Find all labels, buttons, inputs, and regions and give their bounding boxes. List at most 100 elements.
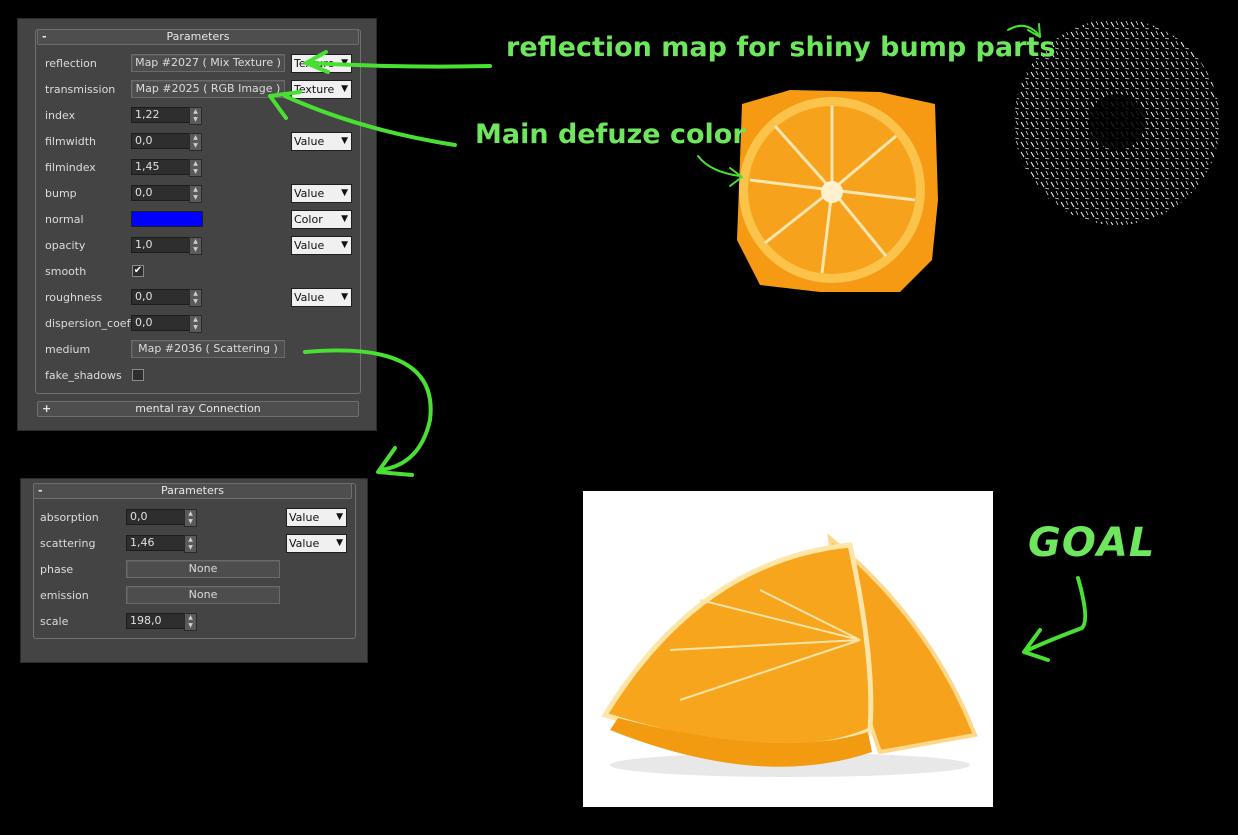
collapse-icon: - bbox=[42, 30, 47, 43]
spinner-arrows-icon[interactable]: ▲ ▼ bbox=[189, 107, 202, 125]
spinner-arrows-icon[interactable]: ▲ ▼ bbox=[189, 159, 202, 177]
spinner-arrows-icon[interactable]: ▲ ▼ bbox=[189, 237, 202, 255]
filmindex-field[interactable]: 1,45 bbox=[131, 159, 192, 175]
diffuse-note: Main defuze color bbox=[475, 119, 746, 150]
parameters-rollout-header[interactable]: - Parameters bbox=[37, 29, 359, 45]
normal-type-dropdown[interactable]: Color ▼ bbox=[291, 210, 352, 229]
medium-map-button[interactable]: Map #2036 ( Scattering ) bbox=[131, 340, 285, 358]
filmindex-label: filmindex bbox=[45, 161, 96, 174]
spinner-arrows-icon[interactable]: ▲ ▼ bbox=[189, 133, 202, 151]
index-field[interactable]: 1,22 bbox=[131, 107, 192, 123]
filmwidth-label: filmwidth bbox=[45, 135, 97, 148]
rollout-title: mental ray Connection bbox=[135, 402, 261, 415]
parameters-rollout-header[interactable]: - Parameters bbox=[33, 483, 352, 499]
medium-label: medium bbox=[45, 343, 91, 356]
reflection-map-button[interactable]: Map #2027 ( Mix Texture ) bbox=[131, 54, 285, 72]
dispersion-field[interactable]: 0,0 bbox=[131, 315, 192, 331]
normal-label: normal bbox=[45, 213, 84, 226]
reflection-label: reflection bbox=[45, 57, 97, 70]
roughness-type-value: Value bbox=[294, 291, 325, 304]
dispersion-row: dispersion_coeffic 0,0 ▲▼ bbox=[45, 314, 355, 334]
rollout-title: Parameters bbox=[161, 484, 224, 497]
goal-arrow-icon bbox=[1026, 576, 1088, 652]
normal-row: normal Color ▼ bbox=[45, 210, 355, 230]
roughness-field[interactable]: 0,0 bbox=[131, 289, 192, 305]
spinner-arrows-icon[interactable]: ▲ ▼ bbox=[184, 509, 197, 527]
transmission-map-button[interactable]: Map #2025 ( RGB Image ) bbox=[131, 80, 285, 98]
roughness-type-dropdown[interactable]: Value ▼ bbox=[291, 288, 352, 307]
scale-row: scale 198,0 ▲ ▼ bbox=[40, 612, 350, 632]
rollout-title: Parameters bbox=[166, 30, 230, 43]
chevron-down-icon: ▼ bbox=[341, 136, 348, 146]
index-row: index 1,22 ▲ ▼ bbox=[45, 106, 355, 126]
chevron-down-icon: ▼ bbox=[341, 84, 348, 94]
chevron-down-icon: ▼ bbox=[336, 538, 343, 548]
chevron-down-icon: ▼ bbox=[341, 292, 348, 302]
scattering-row: scattering 1,46 ▲ ▼ Value ▼ bbox=[40, 534, 350, 554]
bump-type-dropdown[interactable]: Value ▼ bbox=[291, 184, 352, 203]
normal-color-swatch[interactable] bbox=[131, 211, 203, 227]
scale-field[interactable]: 198,0 bbox=[126, 613, 187, 629]
emission-map-button[interactable]: None bbox=[126, 586, 280, 604]
bump-field[interactable]: 0,0 bbox=[131, 185, 192, 201]
smooth-checkbox[interactable]: ✔ bbox=[132, 265, 144, 277]
filmwidth-type-dropdown[interactable]: Value ▼ bbox=[291, 132, 352, 151]
chevron-down-icon: ▼ bbox=[336, 512, 343, 522]
bump-type-value: Value bbox=[294, 187, 325, 200]
chevron-down-icon: ▼ bbox=[341, 188, 348, 198]
transmission-row: transmission Map #2025 ( RGB Image ) Tex… bbox=[45, 80, 355, 100]
absorption-row: absorption 0,0 ▲ ▼ Value ▼ bbox=[40, 508, 350, 528]
scattering-field[interactable]: 1,46 bbox=[126, 535, 187, 551]
bump-label: bump bbox=[45, 187, 77, 200]
opacity-type-value: Value bbox=[294, 239, 325, 252]
collapse-icon: - bbox=[38, 484, 43, 497]
medium-row: medium Map #2036 ( Scattering ) bbox=[45, 340, 355, 360]
scattering-type-value: Value bbox=[289, 537, 320, 550]
scale-label: scale bbox=[40, 615, 69, 628]
transmission-label: transmission bbox=[45, 83, 116, 96]
dispersion-label: dispersion_coeffic bbox=[45, 317, 131, 330]
phase-label: phase bbox=[40, 563, 74, 576]
expand-icon: + bbox=[42, 402, 52, 415]
diffuse-arrow-icon bbox=[697, 155, 741, 177]
spinner-arrows-icon[interactable]: ▲ ▼ bbox=[184, 613, 197, 631]
filmindex-row: filmindex 1,45 ▲ ▼ bbox=[45, 158, 355, 178]
scattering-label: scattering bbox=[40, 537, 96, 550]
smooth-row: smooth ✔ bbox=[45, 262, 355, 282]
spinner-arrows-icon[interactable]: ▲ ▼ bbox=[184, 535, 197, 553]
fake-shadows-checkbox[interactable] bbox=[132, 369, 144, 381]
smooth-label: smooth bbox=[45, 265, 87, 278]
roughness-row: roughness 0,0 ▲ ▼ Value ▼ bbox=[45, 288, 355, 308]
phase-row: phase None bbox=[40, 560, 350, 580]
spinner-arrows-icon[interactable]: ▲ ▼ bbox=[189, 289, 202, 307]
absorption-type-value: Value bbox=[289, 511, 320, 524]
reflection-type-dropdown[interactable]: Texture ▼ bbox=[291, 54, 352, 73]
spinner-arrows-icon[interactable]: ▲ ▼ bbox=[189, 185, 202, 203]
reflection-type-value: Texture bbox=[294, 57, 335, 70]
opacity-field[interactable]: 1,0 bbox=[131, 237, 192, 253]
opacity-row: opacity 1,0 ▲ ▼ Value ▼ bbox=[45, 236, 355, 256]
material-parameters-panel: - Parameters reflection Map #2027 ( Mix … bbox=[17, 18, 377, 431]
chevron-down-icon: ▼ bbox=[341, 58, 348, 68]
phase-map-button[interactable]: None bbox=[126, 560, 280, 578]
normal-type-value: Color bbox=[294, 213, 323, 226]
absorption-label: absorption bbox=[40, 511, 99, 524]
transmission-type-dropdown[interactable]: Texture ▼ bbox=[291, 80, 352, 99]
emission-row: emission None bbox=[40, 586, 350, 606]
transmission-type-value: Texture bbox=[294, 83, 335, 96]
filmwidth-type-value: Value bbox=[294, 135, 325, 148]
filmwidth-field[interactable]: 0,0 bbox=[131, 133, 192, 149]
opacity-type-dropdown[interactable]: Value ▼ bbox=[291, 236, 352, 255]
reflection-row: reflection Map #2027 ( Mix Texture ) Tex… bbox=[45, 54, 355, 74]
scattering-parameters-panel: - Parameters absorption 0,0 ▲ ▼ Value ▼ s… bbox=[20, 478, 368, 663]
reflection-note: reflection map for shiny bump parts bbox=[506, 32, 1056, 63]
mental-ray-connection-rollout[interactable]: + mental ray Connection bbox=[37, 401, 359, 417]
spinner-arrows-icon[interactable]: ▲ ▼ bbox=[189, 315, 202, 333]
absorption-type-dropdown[interactable]: Value ▼ bbox=[286, 508, 347, 527]
chevron-down-icon: ▼ bbox=[341, 240, 348, 250]
scattering-type-dropdown[interactable]: Value ▼ bbox=[286, 534, 347, 553]
absorption-field[interactable]: 0,0 bbox=[126, 509, 187, 525]
goal-note: GOAL bbox=[1028, 520, 1156, 566]
roughness-label: roughness bbox=[45, 291, 103, 304]
opacity-label: opacity bbox=[45, 239, 86, 252]
